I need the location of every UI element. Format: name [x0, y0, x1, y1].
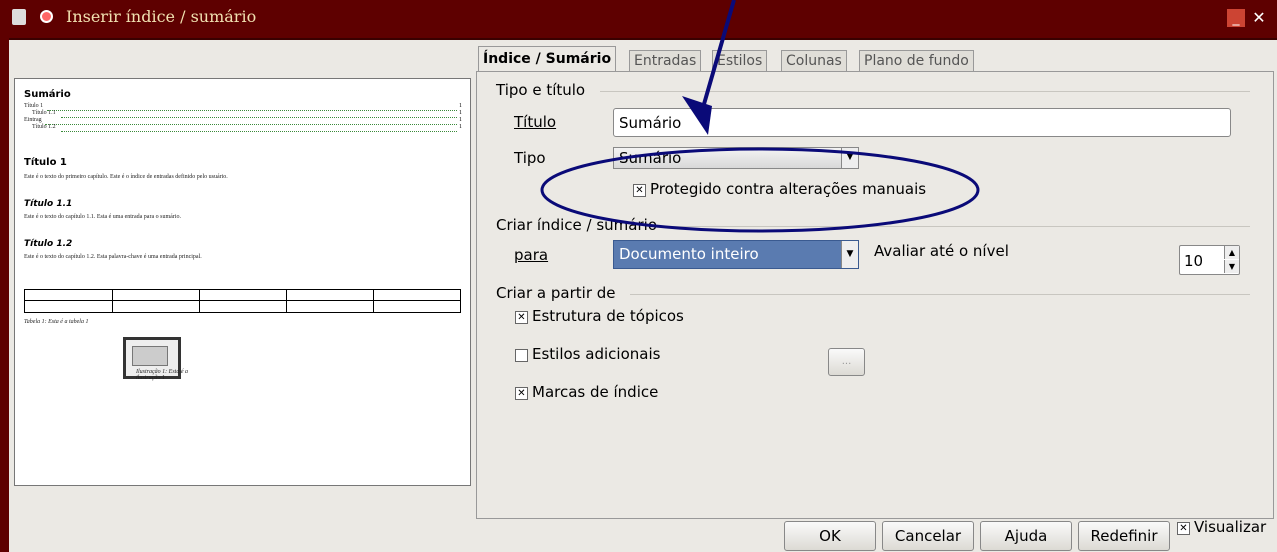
protected-checkbox[interactable]: ✕: [633, 184, 646, 197]
title-input[interactable]: Sumário: [613, 108, 1231, 137]
reset-button[interactable]: Redefinir: [1078, 521, 1170, 551]
section-type-title: Tipo e título: [496, 81, 586, 99]
help-button[interactable]: Ajuda: [980, 521, 1072, 551]
chevron-down-icon: ▼: [841, 148, 858, 168]
section-rule: [630, 294, 1250, 295]
section-rule: [600, 91, 1250, 92]
preview-pane: Sumário Título 1 1 Título 1.1 1 Eintrag …: [14, 78, 471, 486]
title-bar: Inserir índice / sumário _ ✕: [0, 0, 1277, 40]
table-caption: Tabela 1: Esta é a tabela 1: [24, 319, 89, 325]
for-select-value: Documento inteiro: [619, 245, 759, 263]
toc-leader: [47, 110, 457, 111]
for-label: para: [514, 246, 549, 264]
preview-h1: Título 1: [24, 157, 67, 168]
table-rule: [25, 300, 460, 301]
toc-page: 1: [459, 110, 462, 116]
preview-checkbox[interactable]: ✕: [1177, 522, 1190, 535]
index-marks-checkbox[interactable]: ✕: [515, 387, 528, 400]
preview-h2: Título 1.1: [24, 199, 73, 209]
toc-entry-4: Título 1.2: [32, 124, 56, 130]
table-col: [199, 290, 200, 312]
toc-leader: [45, 124, 457, 125]
preview-p1: Este é o texto do primeiro capítulo. Est…: [24, 174, 228, 180]
toc-page: 1: [459, 124, 462, 130]
spin-down-icon[interactable]: ▼: [1224, 260, 1239, 273]
toc-page: 1: [459, 117, 462, 123]
preview-heading: Sumário: [24, 89, 71, 100]
outline-label[interactable]: Estrutura de tópicos: [532, 307, 684, 325]
window-frame-left: [0, 38, 9, 552]
toc-leader: [61, 117, 457, 118]
styles-ellipsis-button[interactable]: ...: [828, 348, 865, 376]
ok-button[interactable]: OK: [784, 521, 876, 551]
preview-p2: Este é o texto do capítulo 1.1. Esta é u…: [24, 214, 181, 220]
section-create-from: Criar a partir de: [496, 284, 616, 302]
level-spin-value: 10: [1184, 252, 1204, 270]
tab-styles[interactable]: Estilos: [712, 50, 768, 71]
type-label: Tipo: [514, 149, 546, 167]
tab-background[interactable]: Plano de fundo: [859, 50, 974, 71]
title-input-value: Sumário: [619, 114, 682, 132]
close-icon[interactable]: ✕: [1250, 9, 1268, 27]
table-col: [373, 290, 374, 312]
for-select[interactable]: Documento inteiro ▼: [613, 240, 859, 269]
level-label: Avaliar até o nível: [874, 242, 1009, 260]
tab-columns[interactable]: Colunas: [781, 50, 847, 71]
additional-styles-label[interactable]: Estilos adicionais: [532, 345, 660, 363]
toc-entry-2: Título 1.1: [32, 110, 56, 116]
window-ornament-icon: [40, 10, 53, 23]
toc-page: 1: [459, 103, 462, 109]
type-select[interactable]: Sumário ▼: [613, 147, 859, 169]
preview-label[interactable]: Visualizar: [1194, 518, 1266, 536]
chevron-down-icon: ▼: [841, 241, 858, 268]
picture-inner: [132, 346, 168, 366]
tab-index[interactable]: Índice / Sumário: [478, 46, 617, 72]
app-menu-icon[interactable]: [12, 9, 26, 25]
spin-up-icon[interactable]: ▲: [1224, 246, 1239, 259]
index-marks-label[interactable]: Marcas de índice: [532, 383, 658, 401]
level-spin[interactable]: 10 ▲ ▼: [1179, 245, 1240, 275]
cancel-button[interactable]: Cancelar: [882, 521, 974, 551]
type-select-value: Sumário: [619, 149, 682, 167]
toc-leader: [61, 131, 457, 132]
protected-label[interactable]: Protegido contra alterações manuais: [650, 180, 926, 198]
additional-styles-checkbox[interactable]: [515, 349, 528, 362]
outline-checkbox[interactable]: ✕: [515, 311, 528, 324]
preview-h3: Título 1.2: [24, 239, 73, 249]
section-create-index: Criar índice / sumário: [496, 216, 658, 234]
toc-entry-3: Eintrag: [24, 117, 42, 123]
preview-table: [24, 289, 461, 313]
title-label: Título: [514, 113, 557, 131]
preview-p3: Este é o texto do capítulo 1.2. Esta pal…: [24, 254, 202, 260]
window-title: Inserir índice / sumário: [66, 7, 257, 26]
illustration-caption: Ilustração 1: Esta é a ilustração 1: [136, 369, 188, 381]
table-col: [112, 290, 113, 312]
section-rule: [670, 226, 1250, 227]
minimize-icon[interactable]: _: [1227, 9, 1245, 27]
toc-entry-1: Título 1: [24, 103, 44, 109]
table-col: [286, 290, 287, 312]
tab-entries[interactable]: Entradas: [629, 50, 702, 71]
